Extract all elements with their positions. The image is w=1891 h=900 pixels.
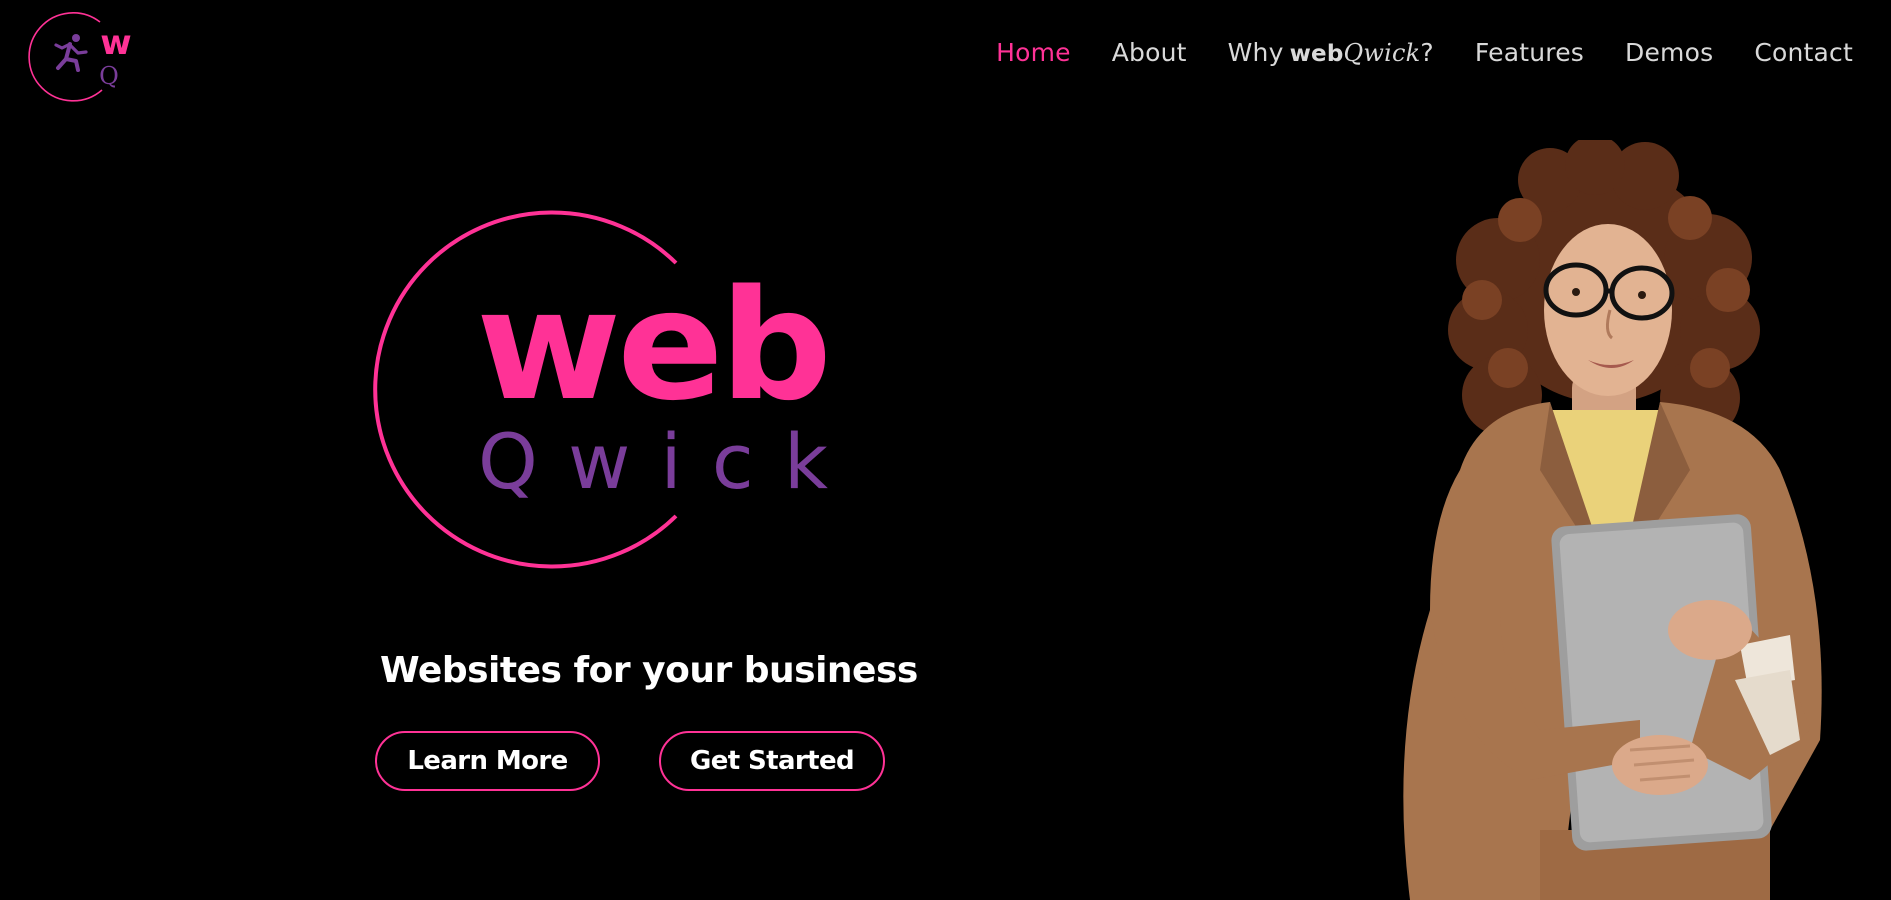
nav-home[interactable]: Home xyxy=(996,38,1071,67)
header-logo[interactable]: w Q xyxy=(20,12,140,106)
nav-demos[interactable]: Demos xyxy=(1625,38,1713,67)
nav-features[interactable]: Features xyxy=(1475,38,1584,67)
hero-logo-main: web xyxy=(476,257,828,434)
get-started-button[interactable]: Get Started xyxy=(659,731,885,791)
nav-logo-sub: Q xyxy=(99,62,119,90)
nav-why-brand-web: web xyxy=(1289,41,1344,67)
nav-contact[interactable]: Contact xyxy=(1754,38,1853,67)
main-nav: Home About Why webQwick? Features Demos C… xyxy=(955,38,1853,67)
landing-page: w Q Home About Why webQwick? Features Dem… xyxy=(0,0,1891,900)
nav-about[interactable]: About xyxy=(1112,38,1187,67)
hero-photo xyxy=(1390,140,1891,900)
learn-more-button[interactable]: Learn More xyxy=(375,731,600,791)
hero-logo: web Qwick xyxy=(366,208,846,574)
woman-holding-laptop-photo xyxy=(1403,140,1822,900)
nav-logo-main: w xyxy=(100,23,131,63)
webqwick-logo-icon: w Q xyxy=(28,12,132,102)
hero-tagline: Websites for your business xyxy=(380,650,918,691)
nav-why-prefix: Why xyxy=(1227,38,1284,67)
nav-why-webqwick[interactable]: Why webQwick? xyxy=(1228,38,1434,67)
nav-why-brand-qwick: Qwick xyxy=(1343,39,1421,67)
nav-why-suffix: ? xyxy=(1420,38,1434,67)
hero-logo-graphic: web Qwick xyxy=(373,210,832,569)
running-person-icon xyxy=(54,34,88,72)
